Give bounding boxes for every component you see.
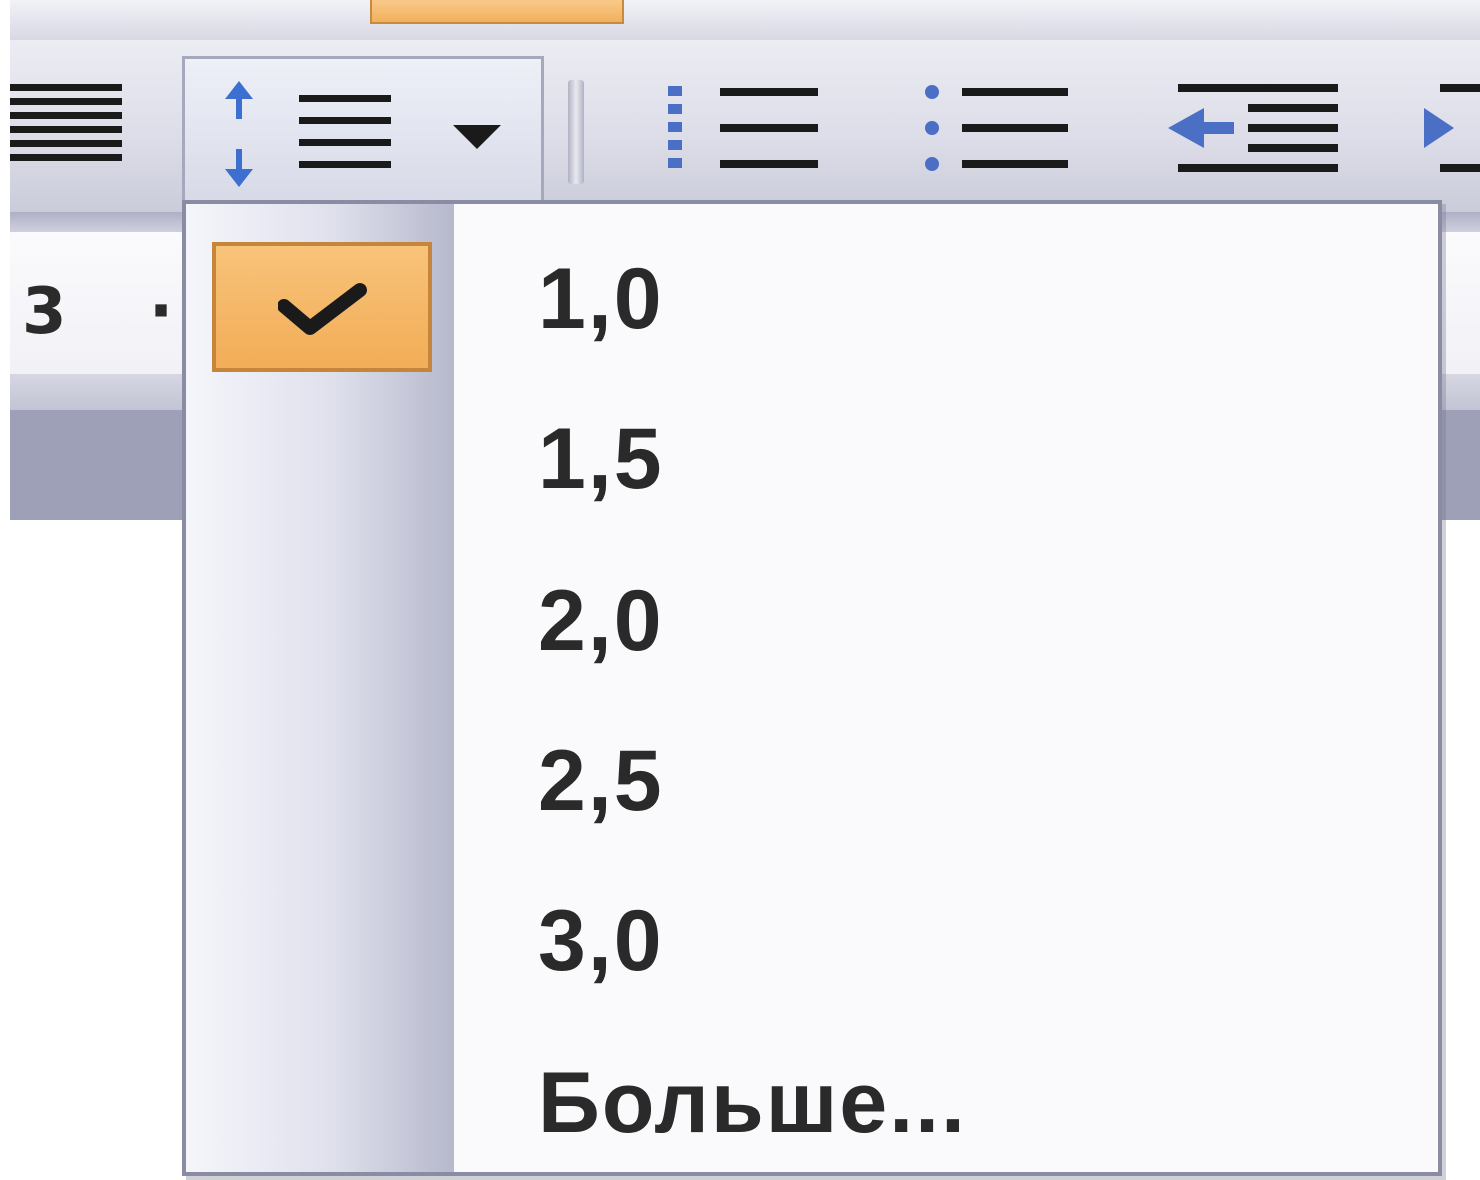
menu-item-label: 2,5	[538, 733, 664, 829]
menu-item-more[interactable]: Больше...	[186, 1020, 1438, 1180]
bulleted-list-icon[interactable]	[918, 84, 1078, 180]
increase-indent-icon[interactable]	[1420, 74, 1480, 184]
ribbon-tab-strip	[10, 0, 1480, 41]
chevron-down-icon	[453, 125, 501, 151]
active-ribbon-tab[interactable]	[370, 0, 624, 24]
ruler-number: 3 ·	[22, 275, 204, 349]
menu-item-label: 3,0	[538, 893, 664, 989]
menu-item-2-5[interactable]: 2,5	[186, 698, 1438, 858]
line-spacing-icon	[219, 81, 399, 191]
checked-indicator	[212, 242, 432, 372]
line-spacing-button[interactable]	[182, 56, 544, 204]
line-spacing-menu: 1,0 1,5 2,0 2,5 3,0 Больше...	[182, 200, 1442, 1176]
checkmark-icon	[278, 283, 367, 335]
menu-item-label: 1,5	[538, 411, 664, 507]
menu-item-2-0[interactable]: 2,0	[186, 538, 1438, 698]
numbered-list-icon[interactable]	[664, 84, 824, 180]
justify-align-icon[interactable]	[10, 84, 130, 164]
menu-item-label: 1,0	[538, 251, 664, 347]
menu-item-label: 2,0	[538, 573, 664, 669]
toolbar-separator	[568, 80, 584, 184]
menu-item-1-0[interactable]: 1,0	[186, 216, 1438, 376]
decrease-indent-icon[interactable]	[1168, 74, 1348, 184]
menu-item-3-0[interactable]: 3,0	[186, 858, 1438, 1018]
menu-item-1-5[interactable]: 1,5	[186, 376, 1438, 536]
menu-item-label: Больше...	[538, 1055, 967, 1151]
